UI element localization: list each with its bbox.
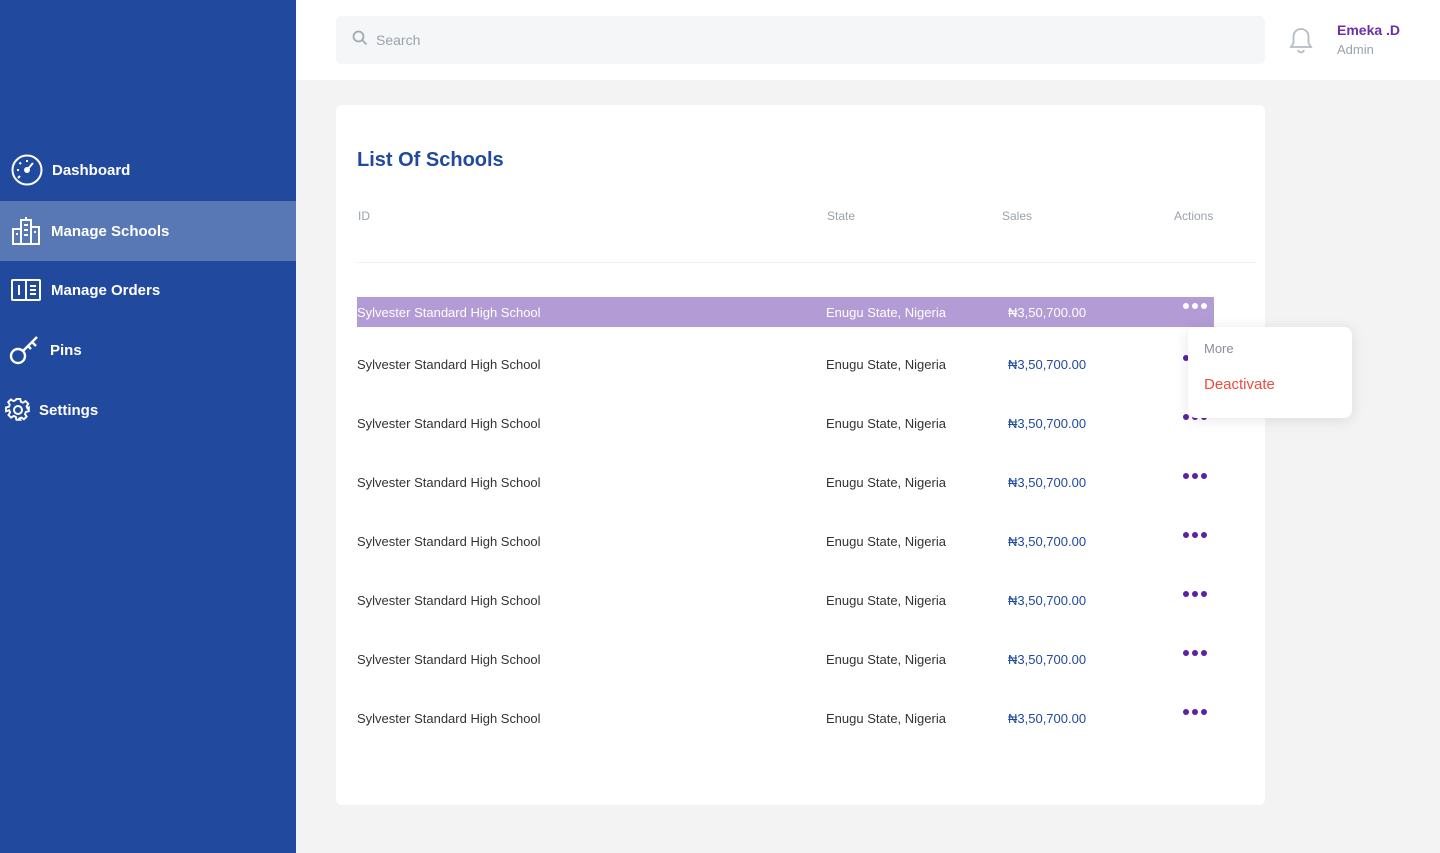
- search-input[interactable]: [376, 32, 1236, 48]
- sidebar-item-label: Manage Schools: [51, 222, 170, 240]
- sidebar-item-settings[interactable]: Settings: [0, 380, 296, 440]
- sidebar-item-label: Dashboard: [52, 161, 131, 179]
- school-name: Sylvester Standard High School: [357, 475, 541, 490]
- more-actions-icon[interactable]: [1183, 650, 1207, 656]
- column-header-id: ID: [358, 209, 370, 223]
- user-name: Emeka .D: [1337, 22, 1401, 38]
- column-header-sales: Sales: [1002, 209, 1033, 223]
- school-sales: ₦3,50,700.00: [1008, 593, 1087, 608]
- school-state: Enugu State, Nigeria: [826, 534, 946, 549]
- school-name: Sylvester Standard High School: [357, 305, 541, 320]
- school-name: Sylvester Standard High School: [357, 534, 541, 549]
- more-actions-icon[interactable]: [1183, 709, 1207, 715]
- school-name: Sylvester Standard High School: [357, 711, 541, 726]
- school-state: Enugu State, Nigeria: [826, 305, 946, 320]
- school-building-icon: [9, 214, 43, 248]
- sidebar-item-label: Settings: [39, 401, 99, 419]
- school-state: Enugu State, Nigeria: [826, 652, 946, 667]
- school-name: Sylvester Standard High School: [357, 652, 541, 667]
- dropdown-title: More: [1204, 341, 1234, 356]
- table-row[interactable]: Sylvester Standard High School Enugu Sta…: [357, 644, 1214, 674]
- column-header-actions: Actions: [1174, 209, 1214, 223]
- table-row[interactable]: Sylvester Standard High School Enugu Sta…: [357, 297, 1214, 327]
- more-actions-icon[interactable]: [1183, 473, 1207, 479]
- column-header-state: State: [827, 209, 856, 223]
- table-row[interactable]: Sylvester Standard High School Enugu Sta…: [357, 467, 1214, 497]
- schools-card: List Of Schools ID State Sales Actions S…: [336, 105, 1265, 805]
- speedometer-icon: [10, 153, 44, 187]
- page-title: List Of Schools: [357, 149, 504, 171]
- school-name: Sylvester Standard High School: [357, 416, 541, 431]
- school-state: Enugu State, Nigeria: [826, 593, 946, 608]
- school-sales: ₦3,50,700.00: [1008, 475, 1087, 490]
- sidebar-item-label: Manage Orders: [51, 281, 161, 299]
- school-sales: ₦3,50,700.00: [1008, 416, 1087, 431]
- sidebar-item-manage-schools[interactable]: Manage Schools: [0, 201, 296, 261]
- school-state: Enugu State, Nigeria: [826, 711, 946, 726]
- more-actions-icon[interactable]: [1183, 532, 1207, 538]
- orders-book-icon: [9, 273, 43, 307]
- key-icon: [8, 333, 42, 367]
- school-sales: ₦3,50,700.00: [1008, 652, 1087, 667]
- school-name: Sylvester Standard High School: [357, 593, 541, 608]
- sidebar-item-pins[interactable]: Pins: [0, 320, 296, 380]
- school-sales: ₦3,50,700.00: [1008, 711, 1087, 726]
- deactivate-menu-item[interactable]: Deactivate: [1204, 376, 1275, 393]
- actions-dropdown-menu: More Deactivate: [1188, 327, 1352, 418]
- school-sales: ₦3,50,700.00: [1008, 357, 1087, 372]
- gear-icon: [5, 393, 31, 427]
- header-divider: [357, 262, 1257, 263]
- table-row[interactable]: Sylvester Standard High School Enugu Sta…: [357, 526, 1214, 556]
- top-bar: Emeka .D Admin: [296, 0, 1440, 80]
- search-icon: [352, 30, 368, 51]
- school-name: Sylvester Standard High School: [357, 357, 541, 372]
- school-state: Enugu State, Nigeria: [826, 416, 946, 431]
- sidebar-item-label: Pins: [50, 341, 82, 359]
- sidebar: Dashboard Manage Schools Manage Orders P…: [0, 0, 296, 853]
- table-row[interactable]: Sylvester Standard High School Enugu Sta…: [357, 349, 1214, 379]
- user-profile[interactable]: Emeka .D Admin: [1337, 22, 1400, 57]
- user-role: Admin: [1337, 42, 1374, 57]
- more-actions-icon[interactable]: [1183, 591, 1207, 597]
- table-row[interactable]: Sylvester Standard High School Enugu Sta…: [357, 585, 1214, 615]
- sidebar-item-dashboard[interactable]: Dashboard: [0, 140, 296, 200]
- table-row[interactable]: Sylvester Standard High School Enugu Sta…: [357, 703, 1214, 733]
- school-state: Enugu State, Nigeria: [826, 475, 946, 490]
- more-actions-icon[interactable]: [1183, 303, 1207, 309]
- school-state: Enugu State, Nigeria: [826, 357, 946, 372]
- table-row[interactable]: Sylvester Standard High School Enugu Sta…: [357, 408, 1214, 438]
- notification-bell-icon[interactable]: [1288, 26, 1314, 59]
- search-bar[interactable]: [336, 16, 1265, 64]
- school-sales: ₦3,50,700.00: [1008, 534, 1087, 549]
- sidebar-item-manage-orders[interactable]: Manage Orders: [0, 260, 296, 320]
- school-sales: ₦3,50,700.00: [1008, 305, 1087, 320]
